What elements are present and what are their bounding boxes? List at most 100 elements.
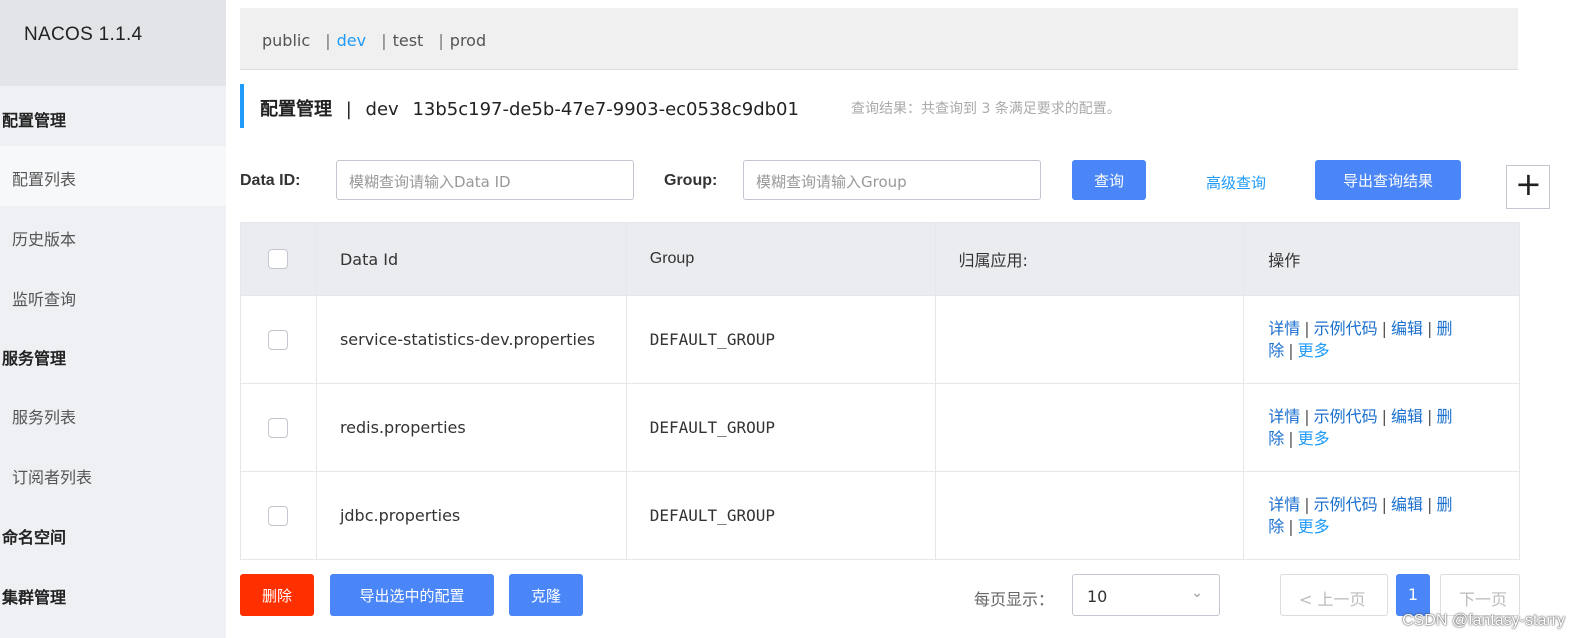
cell-actions: 详情 | 示例代码 | 编辑 | 删除 | 更多 xyxy=(1243,295,1520,384)
page-title-namespace-id: 13b5c197-de5b-47e7-9903-ec0538c9db01 xyxy=(412,99,799,120)
page-size-value: 10 xyxy=(1087,587,1108,606)
current-page-button[interactable]: 1 xyxy=(1396,574,1430,616)
row-checkbox[interactable] xyxy=(268,417,288,438)
ops-separator: | xyxy=(1304,406,1310,426)
export-query-result-button[interactable]: 导出查询结果 xyxy=(1315,160,1461,200)
table-row: service-statistics-dev.properties DEFAUL… xyxy=(240,295,1520,384)
page-title: 配置管理 | dev 13b5c197-de5b-47e7-9903-ec053… xyxy=(260,95,799,121)
page-title-namespace: dev xyxy=(365,99,399,120)
page-title-row: 配置管理 | dev 13b5c197-de5b-47e7-9903-ec053… xyxy=(240,84,1560,128)
sidebar-item-history[interactable]: 历史版本 xyxy=(0,206,226,266)
query-button[interactable]: 查询 xyxy=(1072,160,1146,200)
page-title-main: 配置管理 xyxy=(260,99,332,120)
delete-link-part2: 除 xyxy=(1268,428,1285,448)
namespace-separator: | xyxy=(381,31,387,50)
namespace-tab-public[interactable]: public xyxy=(262,31,310,50)
detail-link[interactable]: 详情 xyxy=(1268,319,1300,338)
nav-group-config[interactable]: 配置管理 xyxy=(0,107,226,131)
cell-group: DEFAULT_GROUP xyxy=(625,383,936,472)
delete-link-part2: 除 xyxy=(1268,340,1285,360)
row-checkbox[interactable] xyxy=(268,329,288,350)
row-checkbox[interactable] xyxy=(268,505,288,526)
data-id-label: Data ID: xyxy=(240,172,301,189)
cell-actions: 详情 | 示例代码 | 编辑 | 删除 | 更多 xyxy=(1243,383,1520,472)
ops-separator: | xyxy=(1288,428,1294,448)
detail-link[interactable]: 详情 xyxy=(1268,407,1300,426)
ops-separator: | xyxy=(1427,494,1433,514)
more-link[interactable]: 更多 xyxy=(1298,341,1330,360)
sidebar-item-service-list[interactable]: 服务列表 xyxy=(0,384,226,444)
ops-separator: | xyxy=(1288,340,1294,360)
main-content: public | dev | test | prod 配置管理 | dev 13b5c… xyxy=(226,0,1575,638)
header-data-id: Data Id xyxy=(315,222,627,296)
table-header-row: Data Id Group 归属应用: 操作 xyxy=(240,222,1520,296)
delete-link-part1: 删 xyxy=(1436,406,1453,426)
cell-data-id: redis.properties xyxy=(315,383,627,472)
table-row: redis.properties DEFAULT_GROUP 详情 | 示例代码 | 编… xyxy=(240,383,1520,472)
group-input[interactable]: 模糊查询请输入Group xyxy=(743,160,1041,200)
edit-link[interactable]: 编辑 xyxy=(1391,495,1423,514)
ops-separator: | xyxy=(1288,516,1294,536)
more-link[interactable]: 更多 xyxy=(1298,429,1330,448)
ops-separator: | xyxy=(1381,318,1388,338)
chevron-down-icon: ⌄ xyxy=(1191,585,1203,601)
namespace-tab-dev[interactable]: dev xyxy=(337,31,366,50)
nav-group-namespace[interactable]: 命名空间 xyxy=(0,524,226,548)
cell-data-id: jdbc.properties xyxy=(315,471,627,560)
nav-group-service[interactable]: 服务管理 xyxy=(0,345,226,369)
namespace-separator: | xyxy=(438,31,444,50)
header-app: 归属应用: xyxy=(934,222,1245,296)
ops-separator: | xyxy=(1427,318,1433,338)
cell-app xyxy=(934,471,1245,560)
table-row: jdbc.properties DEFAULT_GROUP 详情 | 示例代码 | 编辑… xyxy=(240,471,1520,560)
add-config-button[interactable]: + xyxy=(1506,165,1550,209)
cell-actions: 详情 | 示例代码 | 编辑 | 删除 | 更多 xyxy=(1243,471,1520,560)
delete-button[interactable]: 删除 xyxy=(240,574,314,616)
edit-link[interactable]: 编辑 xyxy=(1391,319,1423,338)
cell-app xyxy=(934,295,1245,384)
namespace-tab-prod[interactable]: prod xyxy=(450,31,486,50)
cell-data-id: service-statistics-dev.properties xyxy=(315,295,627,384)
sample-code-link[interactable]: 示例代码 xyxy=(1314,407,1378,426)
detail-link[interactable]: 详情 xyxy=(1268,495,1300,514)
header-actions: 操作 xyxy=(1243,222,1520,296)
edit-link[interactable]: 编辑 xyxy=(1391,407,1423,426)
brand-logo: NACOS 1.1.4 xyxy=(0,0,226,86)
sidebar-item-subscriber-list[interactable]: 订阅者列表 xyxy=(0,444,226,504)
header-group: Group xyxy=(625,222,936,296)
delete-link-part1: 删 xyxy=(1436,494,1453,514)
prev-page-button[interactable]: < 上一页 xyxy=(1280,574,1388,616)
sidebar-item-listener-query[interactable]: 监听查询 xyxy=(0,266,226,326)
sample-code-link[interactable]: 示例代码 xyxy=(1314,495,1378,514)
select-all-checkbox[interactable] xyxy=(268,249,288,270)
group-label: Group: xyxy=(664,172,718,189)
cell-app xyxy=(934,383,1245,472)
page-title-sep: | xyxy=(345,99,352,120)
nacos-console: NACOS 1.1.4 配置管理 配置列表 历史版本 监听查询 服务管理 服务列… xyxy=(0,0,1575,638)
advanced-query-link[interactable]: 高级查询 xyxy=(1206,172,1266,193)
delete-link-part1: 删 xyxy=(1436,318,1453,338)
namespace-tab-test[interactable]: test xyxy=(393,31,424,50)
ops-separator: | xyxy=(1381,494,1388,514)
ops-separator: | xyxy=(1381,406,1388,426)
delete-link-part2: 除 xyxy=(1268,516,1285,536)
query-result-hint: 查询结果：共查询到 3 条满足要求的配置。 xyxy=(851,101,1121,117)
table-footer: 删除 导出选中的配置 克隆 每页显示： 10 ⌄ < 上一页 1 下一页 xyxy=(240,574,1560,616)
namespace-bar: public | dev | test | prod xyxy=(240,8,1518,70)
nav-group-cluster[interactable]: 集群管理 xyxy=(0,584,226,608)
sidebar-item-config-list[interactable]: 配置列表 xyxy=(0,146,226,206)
ops-separator: | xyxy=(1304,494,1310,514)
sample-code-link[interactable]: 示例代码 xyxy=(1314,319,1378,338)
export-selected-button[interactable]: 导出选中的配置 xyxy=(330,574,494,616)
cell-group: DEFAULT_GROUP xyxy=(625,295,936,384)
cell-group: DEFAULT_GROUP xyxy=(625,471,936,560)
config-table: Data Id Group 归属应用: 操作 service-statistic… xyxy=(240,222,1520,560)
next-page-button[interactable]: 下一页 xyxy=(1440,574,1520,616)
data-id-input[interactable]: 模糊查询请输入Data ID xyxy=(336,160,634,200)
clone-button[interactable]: 克隆 xyxy=(509,574,583,616)
ops-separator: | xyxy=(1304,318,1310,338)
watermark: CSDN @fantasy-starry xyxy=(1402,612,1565,629)
ops-separator: | xyxy=(1427,406,1433,426)
page-size-select[interactable]: 10 ⌄ xyxy=(1072,574,1220,616)
more-link[interactable]: 更多 xyxy=(1298,517,1330,536)
